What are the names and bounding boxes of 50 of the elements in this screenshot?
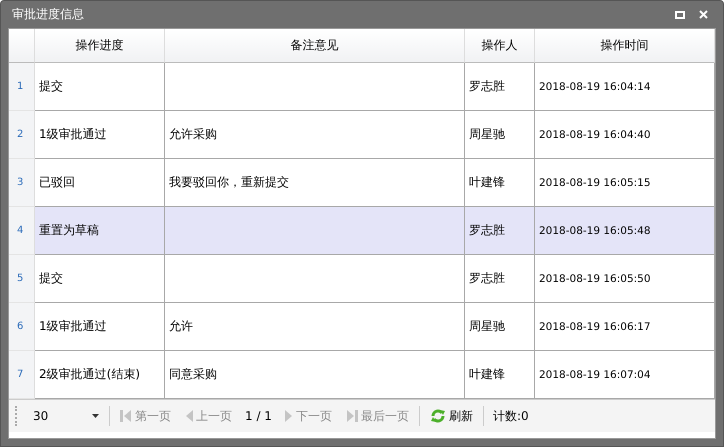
row-number: 4 xyxy=(9,207,35,255)
last-page-icon xyxy=(346,409,358,423)
dropdown-caret-icon xyxy=(92,414,99,418)
row-number: 5 xyxy=(9,255,35,303)
record-count: 计数:0 xyxy=(492,408,530,424)
row-number: 2 xyxy=(9,111,35,159)
next-icon xyxy=(284,409,293,423)
row-number: 3 xyxy=(9,159,35,207)
close-icon[interactable] xyxy=(699,10,708,19)
table-cell: 已驳回 xyxy=(35,159,165,207)
table-cell: 同意采购 xyxy=(165,351,465,399)
table-cell: 叶建锋 xyxy=(465,351,535,399)
page-indicator: 1 / 1 xyxy=(244,409,273,423)
table-cell: 2018-08-19 16:07:04 xyxy=(535,351,715,399)
table-cell: 罗志胜 xyxy=(465,207,535,255)
previous-icon xyxy=(185,409,193,423)
table-cell: 2018-08-19 16:04:14 xyxy=(535,63,715,111)
table-cell: 提交 xyxy=(35,255,165,303)
table-cell: 2018-08-19 16:05:48 xyxy=(535,207,715,255)
refresh-icon xyxy=(430,408,446,424)
column-header[interactable]: 备注意见 xyxy=(165,29,465,63)
table-cell: 1级审批通过 xyxy=(35,303,165,351)
refresh-button[interactable]: 刷新 xyxy=(426,408,477,424)
row-number: 6 xyxy=(9,303,35,351)
table-cell: 2018-08-19 16:06:17 xyxy=(535,303,715,351)
table-cell: 允许 xyxy=(165,303,465,351)
table-cell: 2018-08-19 16:05:15 xyxy=(535,159,715,207)
table-cell: 叶建锋 xyxy=(465,159,535,207)
first-page-icon xyxy=(120,409,132,423)
table-cell: 罗志胜 xyxy=(465,255,535,303)
table-cell: 重置为草稿 xyxy=(35,207,165,255)
table-cell: 2018-08-19 16:05:50 xyxy=(535,255,715,303)
table-cell: 周星驰 xyxy=(465,111,535,159)
table-cell: 提交 xyxy=(35,63,165,111)
table-cell: 罗志胜 xyxy=(465,63,535,111)
column-header[interactable]: 操作时间 xyxy=(535,29,715,63)
table-cell: 2018-08-19 16:04:40 xyxy=(535,111,715,159)
table-cell: 2级审批通过(结束) xyxy=(35,351,165,399)
row-number: 1 xyxy=(9,63,35,111)
window-title: 审批进度信息 xyxy=(12,6,84,23)
table-cell: 允许采购 xyxy=(165,111,465,159)
column-header[interactable]: 操作人 xyxy=(465,29,535,63)
header-corner xyxy=(9,29,35,63)
maximize-icon[interactable] xyxy=(675,10,685,18)
table-cell: 1级审批通过 xyxy=(35,111,165,159)
table-cell: 周星驰 xyxy=(465,303,535,351)
column-header[interactable]: 操作进度 xyxy=(35,29,165,63)
table-cell: 我要驳回你，重新提交 xyxy=(165,159,465,207)
row-number: 7 xyxy=(9,351,35,399)
page-size-select[interactable]: 30 xyxy=(25,405,103,427)
